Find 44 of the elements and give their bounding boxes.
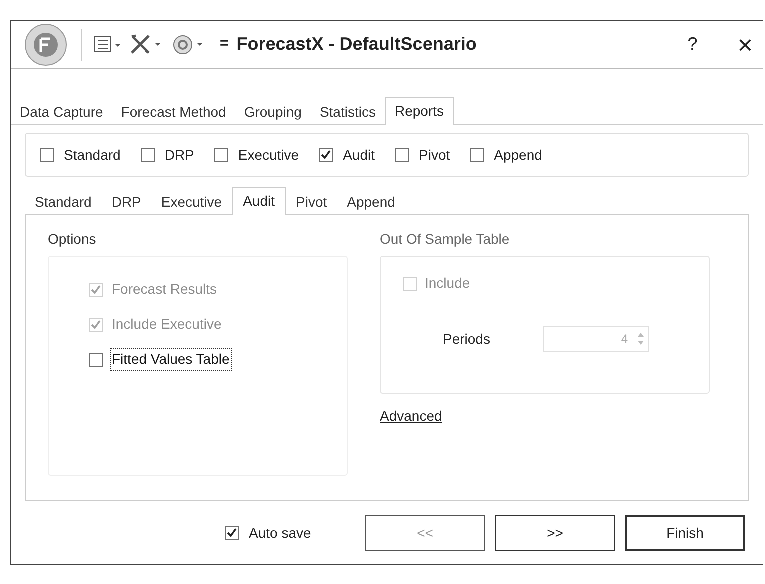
list-menu-icon[interactable] bbox=[94, 34, 122, 54]
tab[interactable]: Executive bbox=[151, 190, 232, 214]
nav-button[interactable]: Finish bbox=[625, 515, 746, 551]
checkbox-label: Append bbox=[494, 146, 542, 165]
checkbox-label: Include Executive bbox=[111, 315, 223, 334]
tab[interactable]: Audit bbox=[232, 187, 286, 215]
tab[interactable]: Forecast Method bbox=[112, 100, 236, 124]
close-button[interactable]: × bbox=[738, 32, 753, 58]
checkbox-label: Standard bbox=[64, 146, 121, 164]
checkbox[interactable] bbox=[470, 148, 484, 162]
checkbox[interactable] bbox=[214, 148, 228, 162]
tab[interactable]: Statistics bbox=[310, 100, 385, 124]
checkbox[interactable] bbox=[319, 148, 334, 162]
periods-label: Periods bbox=[443, 330, 492, 348]
tab[interactable]: Append bbox=[337, 190, 406, 214]
checkbox-label: DRP bbox=[164, 146, 194, 164]
checkbox[interactable] bbox=[89, 352, 103, 366]
window-title: ForecastX - DefaultScenario bbox=[236, 33, 477, 56]
tab[interactable]: DRP bbox=[102, 190, 152, 214]
tab[interactable]: Reports bbox=[384, 97, 454, 125]
checkbox-label: Executive bbox=[238, 146, 300, 164]
checkbox-label: Include bbox=[425, 274, 470, 293]
app-logo-icon[interactable] bbox=[25, 24, 67, 66]
group-title: Options bbox=[48, 230, 98, 249]
quick-access-button[interactable]: = bbox=[220, 33, 229, 56]
checkbox-label: Fitted Values Table bbox=[111, 349, 231, 370]
checkbox[interactable] bbox=[140, 148, 155, 162]
tab[interactable]: Grouping bbox=[235, 100, 311, 124]
checkbox[interactable] bbox=[395, 148, 410, 162]
spinner-value: 4 bbox=[621, 331, 628, 348]
tab[interactable]: Data Capture bbox=[11, 100, 112, 124]
tab[interactable]: Standard bbox=[25, 190, 102, 214]
checkbox-label: Pivot bbox=[419, 146, 450, 164]
checkbox[interactable] bbox=[225, 526, 239, 540]
tab[interactable]: Pivot bbox=[286, 190, 338, 214]
checkbox-label: Audit bbox=[343, 146, 376, 164]
checkbox[interactable] bbox=[40, 148, 54, 162]
nav-button[interactable]: >> bbox=[495, 515, 616, 551]
group-title: Out Of Sample Table bbox=[380, 230, 511, 249]
help-menu-icon[interactable] bbox=[172, 34, 206, 56]
checkbox-label: Forecast Results bbox=[111, 280, 218, 299]
advanced-link[interactable]: Advanced bbox=[380, 406, 442, 427]
help-button[interactable]: ? bbox=[688, 31, 698, 58]
checkbox-label: Auto save bbox=[249, 524, 312, 542]
